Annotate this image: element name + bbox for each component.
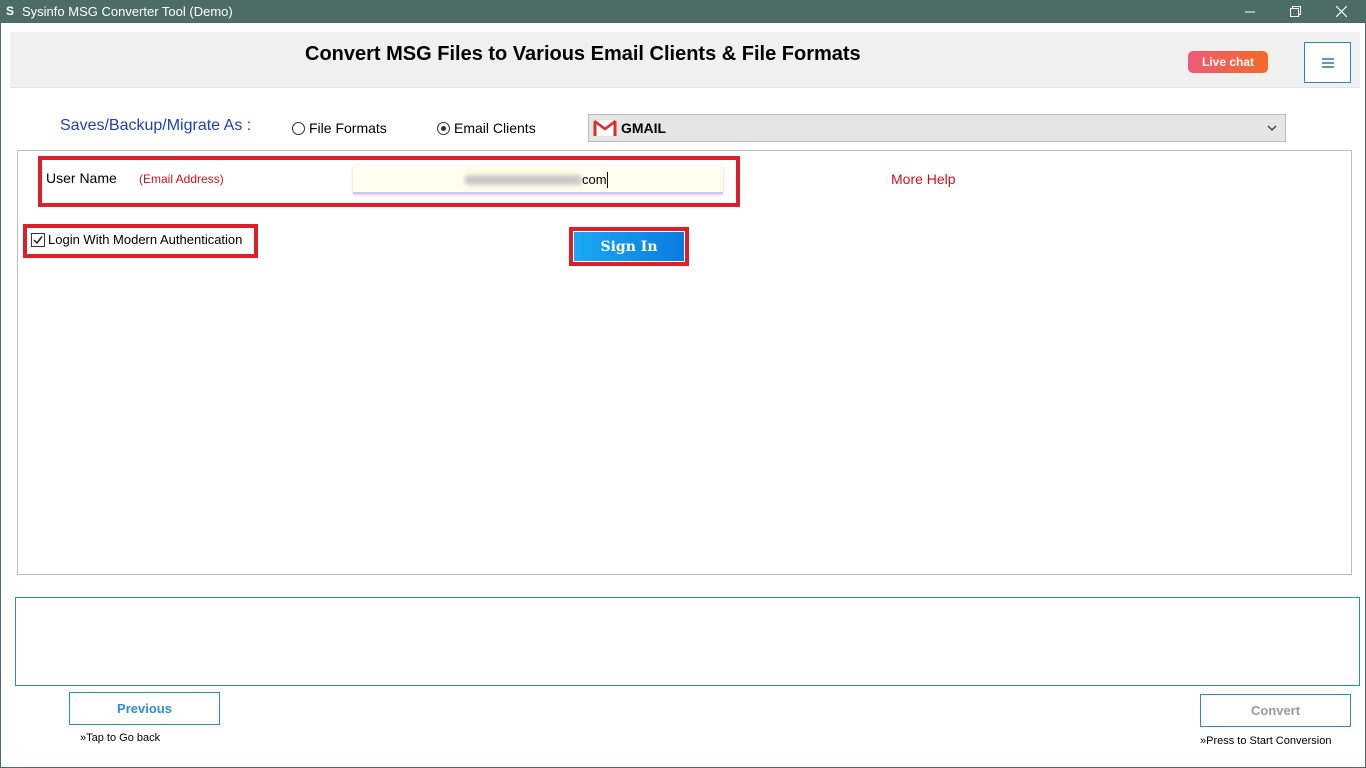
sign-in-button[interactable]: Sign In (574, 232, 684, 261)
radio-circle-selected[interactable] (437, 121, 450, 135)
radio-circle[interactable] (292, 121, 305, 135)
email-address-hint: (Email Address) (139, 172, 224, 186)
previous-button[interactable]: Previous (69, 692, 220, 725)
radio-label: Email Clients (454, 120, 536, 136)
email-client-dropdown[interactable]: GMAIL (588, 114, 1286, 142)
gmail-icon (593, 119, 617, 137)
convert-hint: »Press to Start Conversion (1200, 735, 1332, 747)
radio-file-formats[interactable]: File Formats (292, 120, 387, 136)
menu-button[interactable] (1304, 42, 1351, 83)
title-bar: S Sysinfo MSG Converter Tool (Demo) (0, 0, 1366, 23)
convert-button[interactable]: Convert (1200, 694, 1351, 727)
restore-icon (1289, 6, 1301, 17)
checkmark-icon (33, 236, 43, 245)
close-button[interactable] (1318, 0, 1364, 23)
dropdown-value: GMAIL (621, 120, 667, 136)
user-name-label: User Name (46, 170, 117, 186)
modern-auth-checkbox[interactable] (31, 233, 45, 247)
redacted-email-text (465, 175, 582, 185)
restore-button[interactable] (1272, 0, 1318, 23)
close-icon (1335, 6, 1347, 17)
chevron-down-icon (1267, 125, 1277, 131)
email-value-suffix: com (582, 172, 607, 187)
hamburger-icon (1321, 57, 1334, 68)
email-field[interactable]: com (353, 166, 723, 194)
text-caret (607, 172, 608, 188)
minimize-icon (1245, 11, 1255, 12)
radio-label: File Formats (309, 120, 387, 136)
previous-hint: »Tap to Go back (80, 732, 161, 744)
app-icon: S (6, 4, 15, 18)
page-title: Convert MSG Files to Various Email Clien… (305, 43, 861, 65)
log-panel (15, 597, 1360, 686)
modern-auth-label[interactable]: Login With Modern Authentication (48, 232, 242, 247)
more-help-link[interactable]: More Help (891, 171, 956, 187)
radio-email-clients[interactable]: Email Clients (437, 120, 536, 136)
window-title: Sysinfo MSG Converter Tool (Demo) (22, 4, 233, 19)
live-chat-button[interactable]: Live chat (1188, 51, 1268, 73)
saves-label: Saves/Backup/Migrate As : (60, 117, 252, 134)
minimize-button[interactable] (1227, 0, 1273, 23)
main-panel (17, 150, 1352, 575)
